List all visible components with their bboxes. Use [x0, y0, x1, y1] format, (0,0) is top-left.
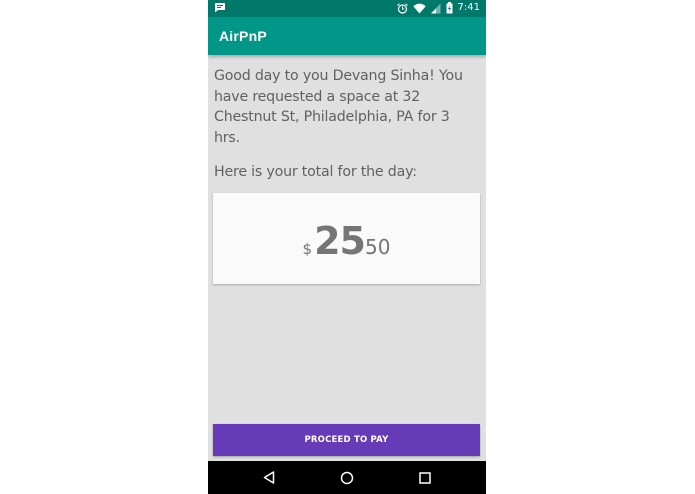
total-label: Here is your total for the day:	[214, 164, 417, 180]
status-time: 7:41	[457, 2, 480, 13]
phone-screen: 7:41 AirPnP Good day to you Devang Sinha…	[208, 0, 486, 494]
status-bar: 7:41	[208, 0, 486, 17]
greeting-text: Good day to you Devang Sinha! You have r…	[214, 68, 463, 146]
home-button[interactable]	[327, 461, 367, 494]
signal-icon	[430, 3, 441, 14]
recents-icon	[419, 471, 431, 484]
battery-charging-icon	[446, 2, 453, 14]
home-icon	[340, 471, 354, 484]
message-icon	[214, 2, 226, 13]
price-currency: $	[302, 240, 313, 258]
app-bar: AirPnP	[208, 17, 486, 55]
app-title: AirPnP	[219, 28, 267, 44]
price-display: $2550	[213, 219, 480, 263]
recents-button[interactable]	[405, 461, 445, 494]
back-icon	[263, 471, 275, 484]
proceed-to-pay-button[interactable]: PROCEED TO PAY	[213, 424, 480, 456]
price-cents: 50	[364, 235, 391, 259]
price-card: $2550	[213, 193, 480, 284]
navigation-bar	[208, 461, 486, 494]
price-dollars: 25	[314, 219, 366, 263]
alarm-icon	[396, 2, 408, 14]
wifi-icon	[412, 3, 426, 14]
back-button[interactable]	[249, 461, 289, 494]
